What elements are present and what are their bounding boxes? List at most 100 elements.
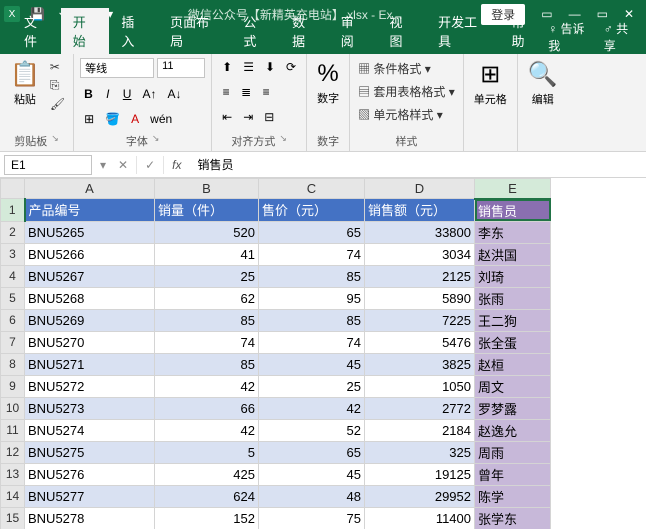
cell[interactable]: 624 xyxy=(155,485,259,507)
number-format-button[interactable]: % 数字 xyxy=(313,58,343,108)
cell[interactable]: 62 xyxy=(155,287,259,309)
cut-button[interactable]: ✂ xyxy=(48,58,67,76)
formula-input[interactable]: 销售员 xyxy=(190,154,646,175)
cell[interactable]: 王二狗 xyxy=(475,309,551,331)
cell[interactable]: 销量（件） xyxy=(155,199,259,222)
border-button[interactable]: ⊞ xyxy=(80,110,98,128)
align-left-button[interactable]: ≡ xyxy=(218,83,234,101)
orientation-button[interactable]: ⟳ xyxy=(282,58,300,76)
cell[interactable]: 48 xyxy=(259,485,365,507)
underline-button[interactable]: U xyxy=(119,85,136,103)
cell[interactable]: 74 xyxy=(259,331,365,353)
cell[interactable]: BNU5270 xyxy=(25,331,155,353)
cell[interactable]: 75 xyxy=(259,507,365,529)
cell[interactable]: 520 xyxy=(155,221,259,243)
font-color-button[interactable]: A xyxy=(127,110,143,128)
row-header[interactable]: 14 xyxy=(1,485,25,507)
fill-color-button[interactable]: 🪣 xyxy=(101,110,124,128)
cell[interactable]: 85 xyxy=(259,265,365,287)
cell[interactable]: BNU5274 xyxy=(25,419,155,441)
row-header[interactable]: 2 xyxy=(1,221,25,243)
row-header[interactable]: 9 xyxy=(1,375,25,397)
cell[interactable]: 周雨 xyxy=(475,441,551,463)
tab-review[interactable]: 审阅 xyxy=(329,8,378,54)
name-box[interactable]: E1 xyxy=(4,155,92,175)
row-header[interactable]: 8 xyxy=(1,353,25,375)
tab-file[interactable]: 文件 xyxy=(12,8,61,54)
align-center-button[interactable]: ≣ xyxy=(237,83,255,101)
clipboard-launcher[interactable]: ↘ xyxy=(51,133,59,149)
conditional-format-button[interactable]: ▦ 条件格式 ▾ xyxy=(356,58,433,79)
row-header[interactable]: 4 xyxy=(1,265,25,287)
cell[interactable]: 5476 xyxy=(365,331,475,353)
row-header[interactable]: 6 xyxy=(1,309,25,331)
shrink-font-button[interactable]: A↓ xyxy=(163,85,185,103)
format-painter-button[interactable]: 🖌 xyxy=(48,95,67,113)
cell[interactable]: 刘琦 xyxy=(475,265,551,287)
spreadsheet-grid[interactable]: A B C D E 1 产品编号 销量（件） 售价（元） 销售额（元） 销售员 … xyxy=(0,178,646,529)
phonetic-button[interactable]: wén xyxy=(146,110,176,128)
font-launcher[interactable]: ↘ xyxy=(152,133,160,149)
cell[interactable]: 25 xyxy=(259,375,365,397)
cell-styles-button[interactable]: ▧ 单元格样式 ▾ xyxy=(356,104,445,125)
cell[interactable]: 42 xyxy=(259,397,365,419)
cell[interactable]: 张全蛋 xyxy=(475,331,551,353)
cell[interactable]: 2772 xyxy=(365,397,475,419)
cell[interactable]: 425 xyxy=(155,463,259,485)
cell[interactable]: 3825 xyxy=(365,353,475,375)
col-header-a[interactable]: A xyxy=(25,179,155,199)
copy-button[interactable]: ⎘ xyxy=(48,76,67,95)
row-header[interactable]: 13 xyxy=(1,463,25,485)
cell[interactable]: 42 xyxy=(155,375,259,397)
cell[interactable]: 赵洪国 xyxy=(475,243,551,265)
select-all-corner[interactable] xyxy=(1,179,25,199)
cell[interactable]: BNU5276 xyxy=(25,463,155,485)
cell[interactable]: BNU5275 xyxy=(25,441,155,463)
paste-button[interactable]: 📋 粘贴 xyxy=(6,58,44,109)
cell[interactable]: BNU5277 xyxy=(25,485,155,507)
cell[interactable]: 销售额（元） xyxy=(365,199,475,222)
cell[interactable]: 11400 xyxy=(365,507,475,529)
cell[interactable]: 95 xyxy=(259,287,365,309)
cell[interactable]: 45 xyxy=(259,353,365,375)
row-header[interactable]: 10 xyxy=(1,397,25,419)
active-cell[interactable]: 销售员 xyxy=(475,199,551,222)
cell[interactable]: BNU5271 xyxy=(25,353,155,375)
row-header[interactable]: 12 xyxy=(1,441,25,463)
cell[interactable]: 45 xyxy=(259,463,365,485)
tab-layout[interactable]: 页面布局 xyxy=(158,8,231,54)
font-name-select[interactable]: 等线 xyxy=(80,58,154,78)
decrease-indent-button[interactable]: ⇤ xyxy=(218,108,236,126)
wrap-merge-button[interactable]: ⊟ xyxy=(260,108,278,126)
col-header-b[interactable]: B xyxy=(155,179,259,199)
row-header[interactable]: 11 xyxy=(1,419,25,441)
cell[interactable]: 5 xyxy=(155,441,259,463)
format-as-table-button[interactable]: ▤ 套用表格格式 ▾ xyxy=(356,81,457,102)
col-header-e[interactable]: E xyxy=(475,179,551,199)
align-top-button[interactable]: ⬆ xyxy=(218,58,236,76)
cell[interactable]: 曾年 xyxy=(475,463,551,485)
tab-home[interactable]: 开始 xyxy=(61,8,110,54)
cell[interactable]: 325 xyxy=(365,441,475,463)
tellme-button[interactable]: ♀ 告诉我 xyxy=(548,20,594,54)
share-button[interactable]: ♂ 共享 xyxy=(604,20,638,54)
align-bottom-button[interactable]: ⬇ xyxy=(261,58,279,76)
cell[interactable]: 2125 xyxy=(365,265,475,287)
align-right-button[interactable]: ≡ xyxy=(258,83,274,101)
cell[interactable]: 赵桓 xyxy=(475,353,551,375)
bold-button[interactable]: B xyxy=(80,85,97,103)
fx-button[interactable]: fx xyxy=(164,156,189,174)
grow-font-button[interactable]: A↑ xyxy=(138,85,160,103)
cell[interactable]: BNU5266 xyxy=(25,243,155,265)
row-header[interactable]: 7 xyxy=(1,331,25,353)
cell[interactable]: 7225 xyxy=(365,309,475,331)
cell[interactable]: BNU5267 xyxy=(25,265,155,287)
font-size-select[interactable]: 11 xyxy=(157,58,205,78)
cell[interactable]: 52 xyxy=(259,419,365,441)
row-header[interactable]: 1 xyxy=(1,199,25,222)
cell[interactable]: 5890 xyxy=(365,287,475,309)
editing-button[interactable]: 🔍 编辑 xyxy=(524,58,562,109)
row-header[interactable]: 15 xyxy=(1,507,25,529)
cell[interactable]: 张雨 xyxy=(475,287,551,309)
italic-button[interactable]: I xyxy=(100,85,116,103)
